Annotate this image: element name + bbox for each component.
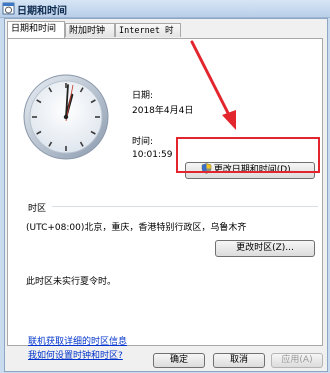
apply-label: 应用(A) (281, 355, 313, 365)
change-timezone-button[interactable]: 更改时区(Z)... (215, 240, 315, 257)
date-label: 日期: (132, 91, 154, 101)
timezone-value: (UTC+08:00)北京，重庆，香港特别行政区，乌鲁木齐 (26, 223, 247, 233)
tab-additional-clocks[interactable]: 附加时钟 (65, 23, 115, 37)
clock-calendar-icon (2, 2, 15, 15)
title-bar: 日期和时间 (0, 0, 330, 18)
time-label: 时间: (132, 137, 154, 147)
window-title: 日期和时间 (17, 6, 67, 17)
cancel-label: 取消 (229, 355, 248, 365)
online-timezone-info-link[interactable]: 联机获取详细的时区信息 (28, 334, 127, 347)
date-time-dialog: 日期和时间 附加时钟 Internet 时间 (4, 18, 328, 372)
how-to-set-clock-link[interactable]: 我如何设置时钟和时区? (28, 348, 123, 361)
annotation-highlight-box (176, 137, 320, 173)
date-value: 2018年4月4日 (132, 106, 194, 116)
ok-label: 确定 (169, 355, 188, 365)
tab-internet-time[interactable]: Internet 时间 (115, 23, 181, 50)
ok-button[interactable]: 确定 (153, 353, 205, 368)
tab-date-time[interactable]: 日期和时间 (7, 21, 65, 38)
timezone-section-label: 时区 (28, 204, 47, 214)
dst-note: 此时区未实行夏令时。 (26, 277, 117, 287)
time-value: 10:01:59 (132, 150, 173, 160)
cancel-button[interactable]: 取消 (213, 353, 265, 368)
apply-button[interactable]: 应用(A) (271, 353, 323, 368)
timezone-divider (52, 206, 318, 207)
change-timezone-label: 更改时区(Z)... (236, 243, 294, 253)
tab-strip: 日期和时间 附加时钟 Internet 时间 (7, 21, 323, 50)
analog-clock-icon (23, 74, 109, 160)
tab-panel: 日期: 2018年4月4日 时间: 10:01:59 更改日期和时间(D)...… (7, 38, 323, 361)
